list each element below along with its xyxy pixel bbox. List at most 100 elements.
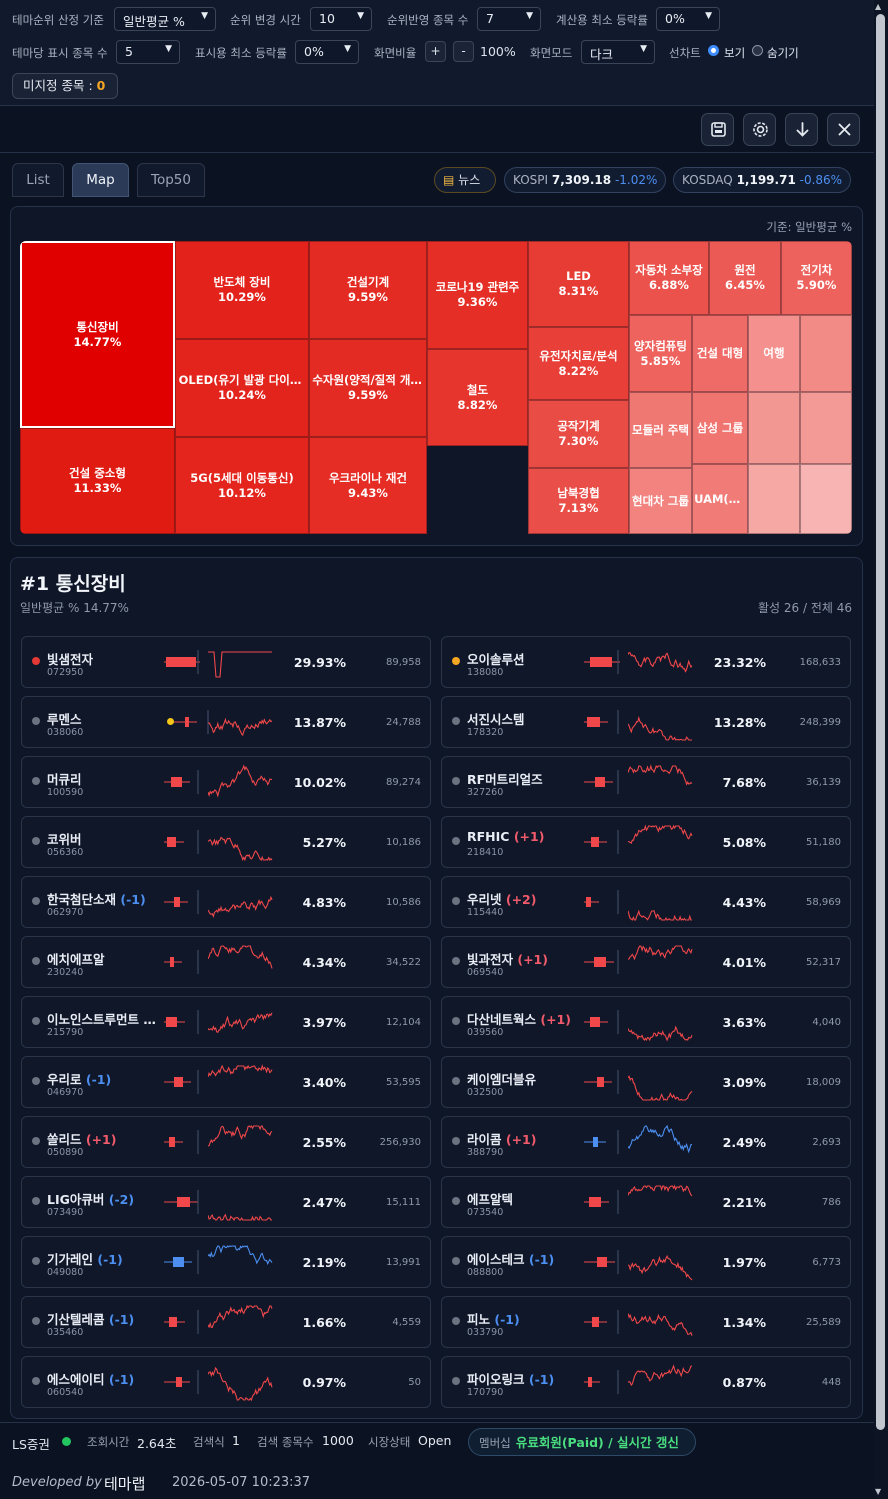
treemap-tile[interactable] — [748, 392, 800, 464]
treemap-tile[interactable]: 코로나19 관련주 9.36% — [427, 241, 528, 349]
stock-card[interactable]: 기산텔레콤 (-1) 035460 1.66% 4,559 — [21, 1296, 431, 1348]
settings-button[interactable] — [743, 113, 776, 146]
change-pct: 4.34% — [302, 955, 346, 970]
mode-select[interactable]: 다크 ▼ — [581, 40, 655, 64]
treemap-tile[interactable]: 건설 대형 — [692, 315, 748, 392]
treemap-tile[interactable]: OLED(유기 발광 다이오드) 10.24% — [175, 339, 309, 437]
membership-badge: 멤버십 유료회원(Paid) / 실시간 갱신 — [468, 1428, 696, 1456]
treemap-tile[interactable]: 원전 6.45% — [709, 241, 781, 315]
treemap-tile[interactable]: 통신장비 14.77% — [20, 241, 175, 428]
stock-card[interactable]: 파이오링크 (-1) 170790 0.87% 448 — [441, 1356, 851, 1408]
treemap-tile[interactable]: 현대차 그룹 — [629, 468, 692, 534]
show-label: 보기 — [724, 46, 746, 60]
stock-card[interactable]: 라이콤 (+1) 388790 2.49% 2,693 — [441, 1116, 851, 1168]
calc-min-select[interactable]: 0% ▼ — [656, 7, 720, 31]
treemap-tile-name: 우크라이나 재건 — [328, 470, 408, 485]
query-time-value: 2.64초 — [137, 1436, 177, 1451]
treemap-tile[interactable] — [800, 315, 852, 392]
change-pct: 5.08% — [722, 835, 766, 850]
treemap-tile[interactable]: 여행 — [748, 315, 800, 392]
treemap-tile[interactable]: LED 8.31% — [528, 241, 629, 327]
tab-top50[interactable]: Top50 — [137, 163, 205, 197]
treemap-tile[interactable]: 삼성 그룹 — [692, 392, 748, 464]
stock-card[interactable]: 루멘스 038060 13.87% 24,788 — [21, 696, 431, 748]
treemap-tile[interactable]: 우크라이나 재건 9.43% — [309, 437, 427, 534]
stock-card[interactable]: 에이스테크 (-1) 088800 1.97% 6,773 — [441, 1236, 851, 1288]
treemap-tile[interactable]: 남북경협 7.13% — [528, 468, 629, 534]
stock-card[interactable]: 에프알텍 073540 2.21% 786 — [441, 1176, 851, 1228]
treemap-tile-pct: 9.59% — [348, 388, 388, 402]
treemap-tile[interactable] — [800, 392, 852, 464]
rank-basis-label: 테마순위 산정 기준 — [12, 13, 104, 27]
stock-card[interactable]: 이노인스트루먼트 (... 215790 3.97% 12,104 — [21, 996, 431, 1048]
rank-change-select[interactable]: 10 ▼ — [310, 7, 372, 31]
stock-card[interactable]: RF머트리얼즈 327260 7.68% 36,139 — [441, 756, 851, 808]
candlestick-chart — [174, 710, 209, 734]
treemap-tile-pct: 14.77% — [73, 334, 122, 349]
treemap-tile[interactable]: 모듈러 주택 — [629, 392, 692, 468]
stock-card[interactable]: 서진시스템 178320 13.28% 248,399 — [441, 696, 851, 748]
treemap-tile[interactable]: 양자컴퓨팅 5.85% — [629, 315, 692, 392]
show-radio[interactable] — [708, 45, 719, 56]
change-pct: 4.01% — [722, 955, 766, 970]
scroll-down-icon[interactable]: ▼ — [875, 1487, 881, 1496]
treemap-tile-name: UAM(도심항공) — [694, 491, 746, 506]
stock-card[interactable]: 다산네트웍스 (+1) 039560 3.63% 4,040 — [441, 996, 851, 1048]
stock-card[interactable]: 에치에프알 230240 4.34% 34,522 — [21, 936, 431, 988]
volume: 25,589 — [806, 1317, 841, 1328]
scrollbar-thumb[interactable] — [876, 14, 885, 1430]
treemap-tile[interactable]: 건설기계 9.59% — [309, 241, 427, 339]
stock-card[interactable]: 피노 (-1) 033790 1.34% 25,589 — [441, 1296, 851, 1348]
stock-card[interactable]: 에스에이티 (-1) 060540 0.97% 50 — [21, 1356, 431, 1408]
treemap-tile[interactable] — [748, 464, 800, 534]
save-icon — [711, 122, 726, 137]
close-button[interactable] — [827, 113, 860, 146]
treemap-tile[interactable]: UAM(도심항공) — [692, 464, 748, 534]
zoom-out-button[interactable]: - — [453, 41, 474, 62]
rank-count-select[interactable]: 7 ▼ — [477, 7, 541, 31]
scroll-up-icon[interactable]: ▲ — [875, 2, 881, 11]
zoom-in-button[interactable]: + — [425, 41, 446, 62]
rank-basis-select[interactable]: 일반평균 % ▼ — [114, 7, 216, 31]
treemap-tile[interactable]: 전기차 5.90% — [781, 241, 852, 315]
save-button[interactable] — [701, 113, 734, 146]
treemap-tile-pct: 9.43% — [348, 485, 388, 500]
stock-card[interactable]: 우리넷 (+2) 115440 4.43% 58,969 — [441, 876, 851, 928]
sparkline-chart — [208, 836, 273, 862]
treemap-tile[interactable]: 철도 8.82% — [427, 349, 528, 446]
stock-card[interactable]: 빛샘전자 072950 29.93% 89,958 — [21, 636, 431, 688]
tab-list[interactable]: List — [12, 163, 64, 197]
stock-name: 빛샘전자 — [47, 649, 93, 668]
treemap-tile[interactable]: 공작기계 7.30% — [528, 400, 629, 468]
min-display-select[interactable]: 0% ▼ — [295, 40, 359, 64]
per-theme-select[interactable]: 5 ▼ — [116, 40, 180, 64]
volume: 256,930 — [379, 1137, 421, 1148]
stock-card[interactable]: 코위버 056360 5.27% 10,186 — [21, 816, 431, 868]
stock-card[interactable]: 오이솔루션 138080 23.32% 168,633 — [441, 636, 851, 688]
unassigned-badge[interactable]: 미지정 종목 : 0 — [12, 73, 118, 99]
stock-card[interactable]: 빛과전자 (+1) 069540 4.01% 52,317 — [441, 936, 851, 988]
news-button[interactable]: ▤ 뉴스 — [434, 167, 496, 193]
treemap-tile[interactable]: 자동차 소부장 6.88% — [629, 241, 709, 315]
tab-map[interactable]: Map — [72, 163, 129, 197]
download-button[interactable] — [785, 113, 818, 146]
stock-card[interactable]: 머큐리 100590 10.02% 89,274 — [21, 756, 431, 808]
stock-card[interactable]: 한국첨단소재 (-1) 062970 4.83% 10,586 — [21, 876, 431, 928]
treemap-tile[interactable] — [800, 464, 852, 534]
treemap-tile[interactable]: 유전자치료/분석 8.22% — [528, 327, 629, 400]
stock-card[interactable]: 우리로 (-1) 046970 3.40% 53,595 — [21, 1056, 431, 1108]
stock-card[interactable]: RFHIC (+1) 218410 5.08% 51,180 — [441, 816, 851, 868]
treemap-tile[interactable]: 수자원(양적/질적 개선) 9.59% — [309, 339, 427, 437]
stock-card[interactable]: 쏠리드 (+1) 050890 2.55% 256,930 — [21, 1116, 431, 1168]
stock-card[interactable]: 기가레인 (-1) 049080 2.19% 13,991 — [21, 1236, 431, 1288]
treemap-tile[interactable]: 반도체 장비 10.29% — [175, 241, 309, 339]
treemap-tile[interactable]: 건설 중소형 11.33% — [20, 428, 175, 534]
treemap-tile[interactable]: 5G(5세대 이동통신) 10.12% — [175, 437, 309, 534]
hide-radio[interactable] — [752, 45, 763, 56]
sparkline-chart — [208, 1012, 273, 1034]
rank-change-badge: (+1) — [517, 952, 548, 967]
stock-name: 피노 (-1) — [467, 1309, 520, 1328]
stock-card[interactable]: LIG아큐버 (-2) 073490 2.47% 15,111 — [21, 1176, 431, 1228]
treemap-tile-pct: 11.33% — [73, 481, 122, 495]
stock-card[interactable]: 케이엠더블유 032500 3.09% 18,009 — [441, 1056, 851, 1108]
